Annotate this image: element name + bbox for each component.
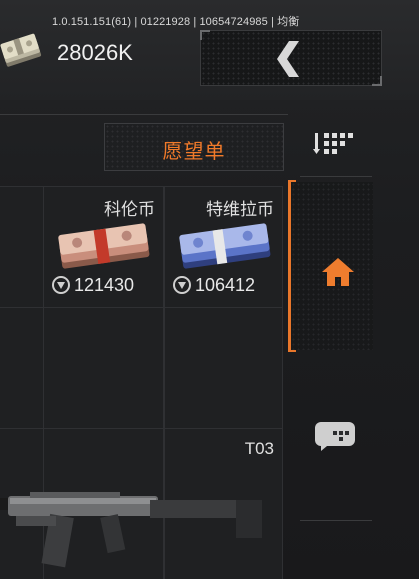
- currency-value: 28026K: [57, 40, 133, 65]
- cash-bundle-icon: [175, 217, 275, 278]
- item-price-value: 106412: [195, 275, 256, 295]
- back-button[interactable]: [200, 30, 382, 86]
- wishlist-label: 愿望单: [162, 141, 226, 163]
- category-sidebar: [288, 176, 419, 579]
- item-price: 121430: [52, 275, 134, 299]
- item-grid: 科伦币 121430 特维拉币 106412 T03: [0, 186, 283, 579]
- version-info: 1.0.151.151(61) | 01221928 | 10654724985…: [52, 16, 300, 28]
- item-price: 106412: [173, 275, 255, 299]
- chat-icon[interactable]: [313, 418, 357, 457]
- rifle-icon: [0, 486, 270, 579]
- game-shop-screen: 1.0.151.151(61) | 01221928 | 10654724985…: [0, 0, 419, 579]
- item-card-tevira-coin[interactable]: 特维拉币 106412: [164, 186, 283, 308]
- tab-divider: [300, 520, 372, 521]
- cash-bundle-icon: [0, 32, 44, 72]
- tab-home[interactable]: [291, 182, 373, 350]
- item-title: T03: [244, 439, 274, 458]
- item-slot-empty[interactable]: [0, 186, 44, 308]
- item-slot-empty[interactable]: [0, 307, 44, 429]
- item-price-value: 121430: [74, 275, 135, 295]
- item-card-colon-coin[interactable]: 科伦币 121430: [43, 186, 164, 308]
- item-slot-empty[interactable]: [43, 307, 164, 429]
- filter-list-icon[interactable]: [313, 130, 357, 161]
- top-bar: 1.0.151.151(61) | 01221928 | 10654724985…: [0, 0, 419, 100]
- chevron-left-icon: [271, 39, 311, 84]
- home-icon: [320, 256, 356, 293]
- tab-divider: [300, 176, 372, 177]
- cash-bundle-icon: [54, 217, 154, 278]
- item-slot-empty[interactable]: [164, 307, 283, 429]
- panel-divider: [0, 114, 288, 115]
- coin-icon: [52, 276, 70, 299]
- wishlist-button[interactable]: 愿望单: [104, 123, 284, 171]
- coin-icon: [173, 276, 191, 299]
